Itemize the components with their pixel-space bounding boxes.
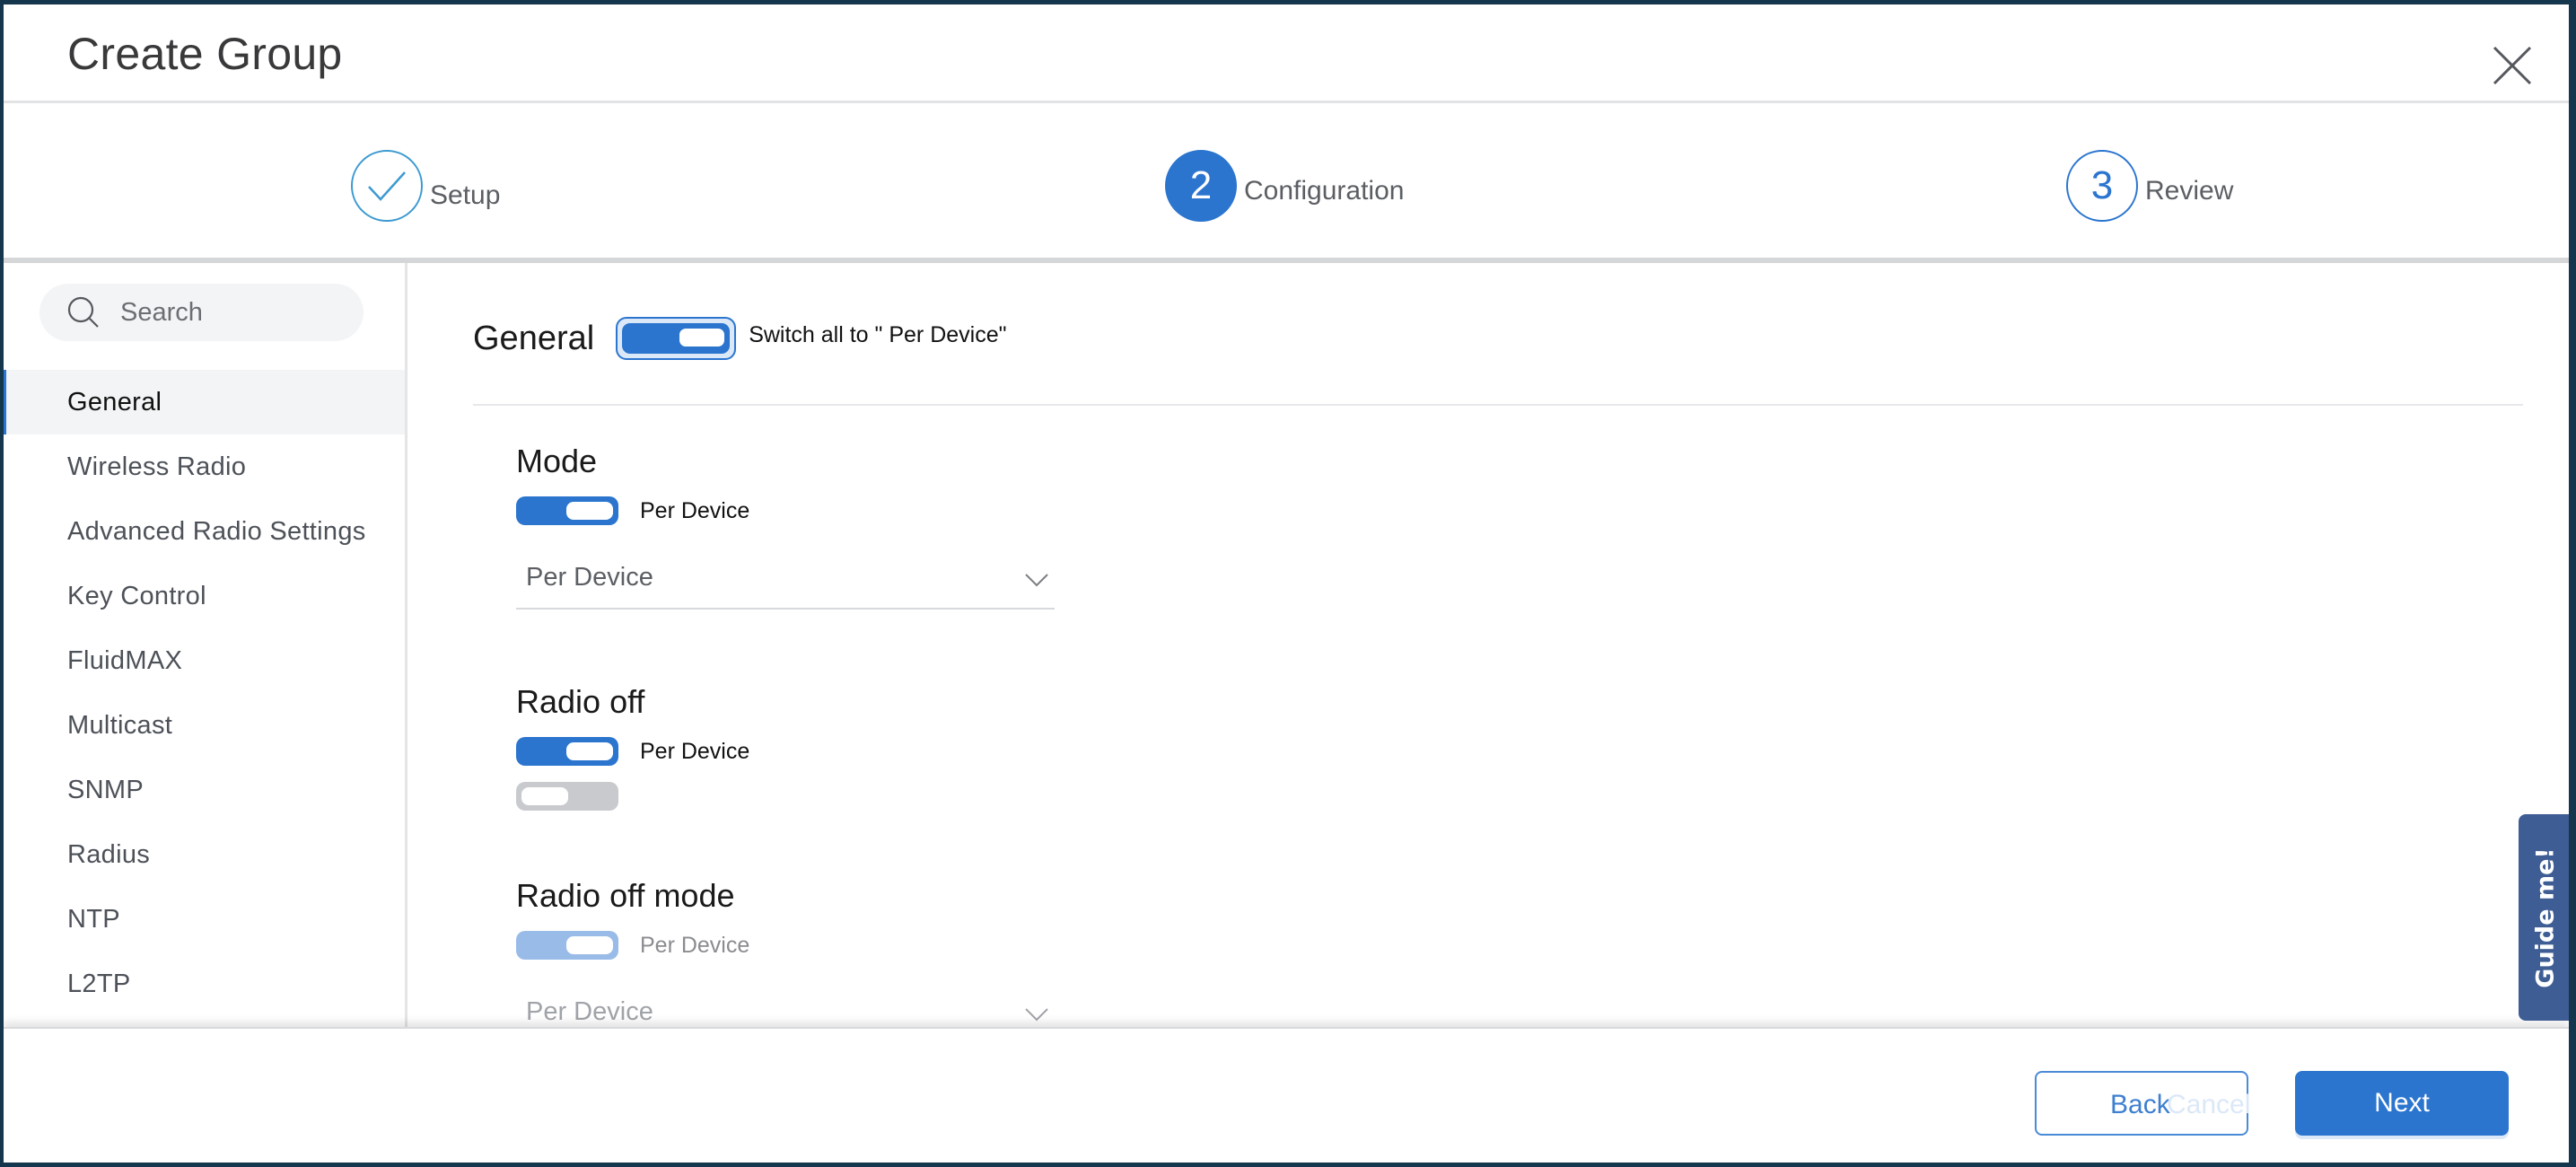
search-box[interactable] [39,284,364,341]
mode-select-value: Per Device [526,563,653,592]
step-configuration[interactable]: 2 Configuration [1165,150,1404,222]
sidebar-item-wireless-radio[interactable]: Wireless Radio [4,434,405,499]
back-button[interactable]: Back Cancel [2035,1071,2251,1136]
dialog-title: Create Group [67,29,343,79]
dialog-header: Create Group [4,4,2569,103]
sidebar-item-multicast[interactable]: Multicast [4,693,405,758]
field-radio-off-title: Radio off [516,683,645,720]
sidebar-item-snmp[interactable]: SNMP [4,758,405,822]
search-icon [67,296,99,328]
radio-off-mode-per-device-toggle [516,931,618,960]
mode-select[interactable]: Per Device [516,552,1055,610]
sidebar-nav: General Wireless Radio Advanced Radio Se… [4,370,405,1016]
step-configuration-circle: 2 [1165,150,1237,222]
section-title: General [473,319,595,357]
radio-off-mode-per-device-label: Per Device [640,932,750,958]
sidebar-item-l2tp[interactable]: L2TP [4,952,405,1016]
switch-all-toggle[interactable] [616,317,737,360]
guide-me-label: Guide me! [2531,847,2560,988]
step-review[interactable]: 3 Review [2066,150,2233,222]
section-header: General Switch all to " Per Device" [473,317,1007,360]
chevron-down-icon [1025,574,1048,587]
step-setup-circle [351,150,423,222]
mode-per-device-label: Per Device [640,497,750,523]
radio-off-mode-select-value: Per Device [526,997,653,1026]
switch-all-label: Switch all to " Per Device" [749,321,1007,347]
radio-off-per-device-label: Per Device [640,738,750,764]
cancel-ghost-label: Cancel [2167,1090,2251,1119]
sidebar-item-advanced-radio-settings[interactable]: Advanced Radio Settings [4,499,405,564]
search-input[interactable] [120,297,354,328]
sidebar: General Wireless Radio Advanced Radio Se… [4,263,407,1031]
section-divider [473,404,2523,406]
guide-me-tab[interactable]: Guide me! [2519,814,2569,1021]
field-mode: Mode Per Device Per Device [516,443,1055,610]
field-radio-off: Radio off Per Device [516,683,749,811]
step-review-label: Review [2145,176,2234,206]
sidebar-item-general[interactable]: General [4,370,405,434]
sidebar-item-ntp[interactable]: NTP [4,887,405,952]
create-group-dialog: Create Group Setup 2 Configuration 3 Rev… [4,4,2569,1163]
dialog-footer: Back Cancel Next [4,1027,2569,1163]
mode-per-device-toggle[interactable] [516,496,618,525]
check-icon [368,171,406,201]
sidebar-item-fluidmax[interactable]: FluidMAX [4,628,405,693]
field-radio-off-mode-title: Radio off mode [516,877,735,914]
chevron-down-icon [1025,1008,1048,1022]
back-button-label: Back [2110,1090,2170,1119]
sidebar-item-radius[interactable]: Radius [4,822,405,887]
step-configuration-label: Configuration [1244,176,1405,206]
next-button[interactable]: Next [2295,1071,2509,1136]
field-radio-off-mode: Radio off mode Per Device Per Device [516,877,1055,1031]
step-review-circle: 3 [2066,150,2138,222]
field-mode-title: Mode [516,443,598,479]
radio-off-mode-select: Per Device [516,987,1055,1031]
radio-off-value-toggle[interactable] [516,782,618,811]
wizard-stepper: Setup 2 Configuration 3 Review [4,103,2569,263]
config-content: General Switch all to " Per Device" Mode… [410,263,2569,1031]
close-button[interactable] [2492,45,2533,86]
step-setup[interactable]: Setup [351,150,500,222]
close-icon [2493,46,2532,85]
step-setup-label: Setup [430,180,501,210]
sidebar-item-key-control[interactable]: Key Control [4,564,405,628]
radio-off-per-device-toggle[interactable] [516,737,618,766]
